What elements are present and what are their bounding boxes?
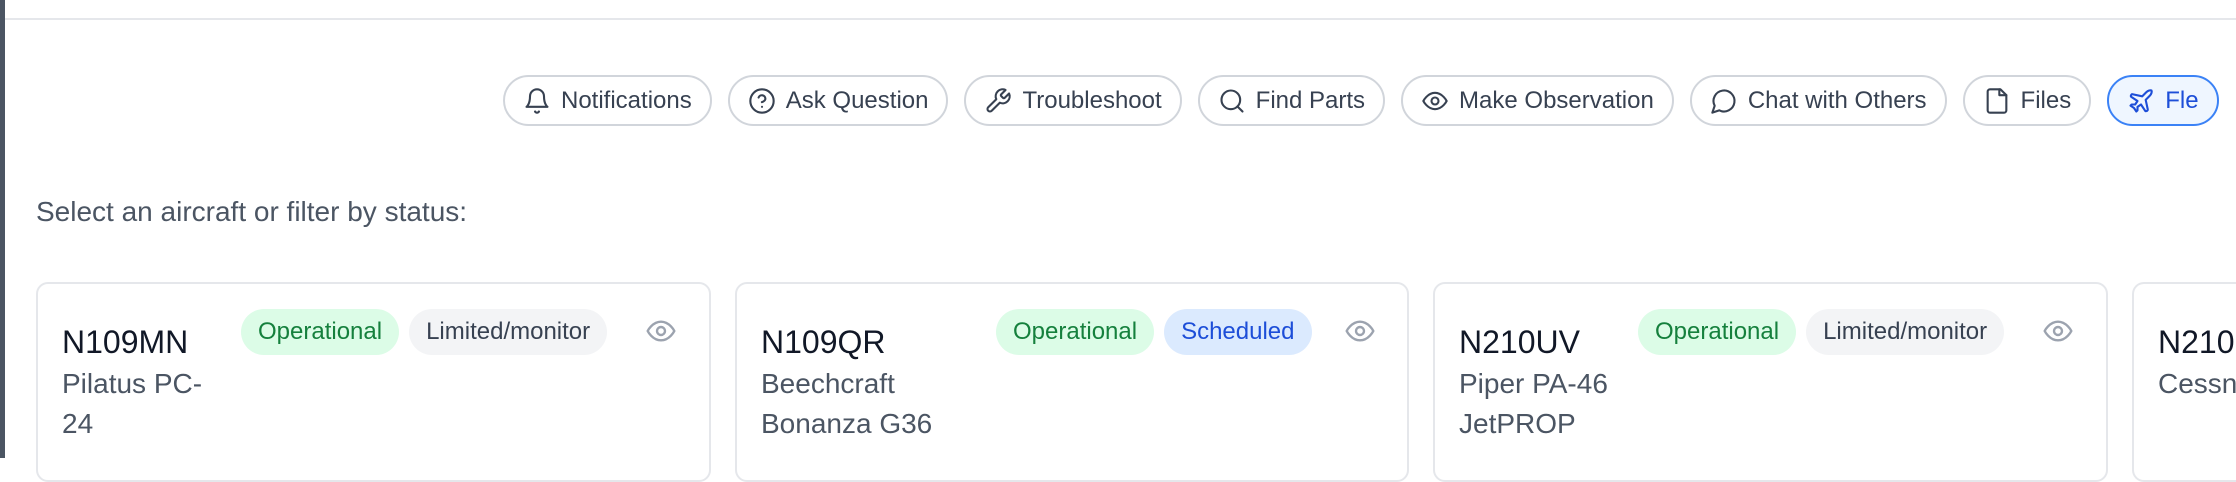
window-left-edge — [0, 0, 5, 458]
status-badges: Operational Limited/monitor — [1638, 309, 2005, 355]
status-badge-limited-monitor: Limited/monitor — [409, 309, 608, 355]
eye-icon — [1422, 91, 1448, 110]
ask-question-label: Ask Question — [785, 86, 929, 114]
find-parts-label: Find Parts — [1255, 86, 1366, 114]
aircraft-card-n109qr[interactable]: N109QR Beechcraft Bonanza G36 Operationa… — [735, 282, 1409, 482]
status-badge-operational: Operational — [996, 309, 1155, 355]
troubleshoot-button[interactable]: Troubleshoot — [964, 75, 1182, 126]
tail-number: N109MN — [62, 324, 189, 360]
tail-number: N210UV — [1459, 324, 1580, 360]
files-button[interactable]: Files — [1962, 75, 2092, 126]
aircraft-card-n210[interactable]: N210 Cessn — [2132, 282, 2236, 482]
find-parts-button[interactable]: Find Parts — [1197, 75, 1386, 126]
chat-bubble-icon — [1711, 88, 1736, 114]
status-badge-operational: Operational — [241, 309, 400, 355]
plane-icon — [2129, 88, 2153, 113]
bell-icon — [525, 87, 549, 114]
status-badges: Operational Limited/monitor — [241, 309, 608, 355]
fleet-button[interactable]: Fle — [2107, 75, 2219, 126]
aircraft-model-line: Pilatus PC- — [62, 368, 203, 399]
notifications-label: Notifications — [561, 86, 692, 114]
fleet-label: Fle — [2165, 86, 2199, 114]
view-aircraft-eye-icon[interactable] — [2041, 312, 2075, 350]
wrench-icon — [987, 87, 1012, 112]
question-circle-icon — [749, 87, 775, 114]
ask-question-button[interactable]: Ask Question — [727, 75, 949, 126]
aircraft-model-line: 24 — [62, 408, 94, 439]
aircraft-model: Pilatus PC- 24 — [62, 364, 202, 444]
aircraft-model-line: Piper PA-46 — [1459, 368, 1608, 399]
header-divider — [5, 18, 2236, 20]
aircraft-model: Beechcraft Bonanza G36 — [761, 364, 932, 444]
status-badge-operational: Operational — [1638, 309, 1797, 355]
aircraft-model: Piper PA-46 JetPROP — [1459, 364, 1608, 444]
aircraft-model: Cessn — [2158, 364, 2236, 404]
aircraft-model-line: JetPROP — [1459, 408, 1576, 439]
aircraft-model-line: Cessn — [2158, 368, 2236, 399]
search-icon — [1220, 88, 1244, 113]
make-observation-button[interactable]: Make Observation — [1401, 75, 1674, 126]
tail-number: N210 — [2158, 324, 2235, 360]
troubleshoot-label: Troubleshoot — [1022, 86, 1162, 114]
tail-number: N109QR — [761, 324, 886, 360]
view-aircraft-eye-icon[interactable] — [1343, 312, 1377, 350]
aircraft-card-n210uv[interactable]: N210UV Piper PA-46 JetPROP Operational L… — [1433, 282, 2108, 482]
view-aircraft-eye-icon[interactable] — [644, 312, 678, 350]
status-badges: Operational Scheduled — [996, 309, 1312, 355]
notifications-button[interactable]: Notifications — [503, 75, 712, 126]
quick-actions-bar: Notifications Ask Question Troubleshoot … — [503, 75, 2219, 126]
aircraft-model-line: Bonanza G36 — [761, 408, 933, 439]
aircraft-select-prompt: Select an aircraft or filter by status: — [36, 196, 468, 227]
aircraft-model-line: Beechcraft — [761, 368, 895, 399]
aircraft-card-n109mn[interactable]: N109MN Pilatus PC- 24 Operational Limite… — [36, 282, 711, 482]
status-badge-scheduled: Scheduled — [1164, 309, 1312, 355]
chat-with-others-button[interactable]: Chat with Others — [1689, 75, 1947, 126]
files-label: Files — [2020, 86, 2072, 114]
make-observation-label: Make Observation — [1459, 86, 1654, 114]
status-badge-limited-monitor: Limited/monitor — [1806, 309, 2005, 355]
file-icon — [1986, 87, 2007, 114]
chat-with-others-label: Chat with Others — [1747, 86, 1927, 114]
